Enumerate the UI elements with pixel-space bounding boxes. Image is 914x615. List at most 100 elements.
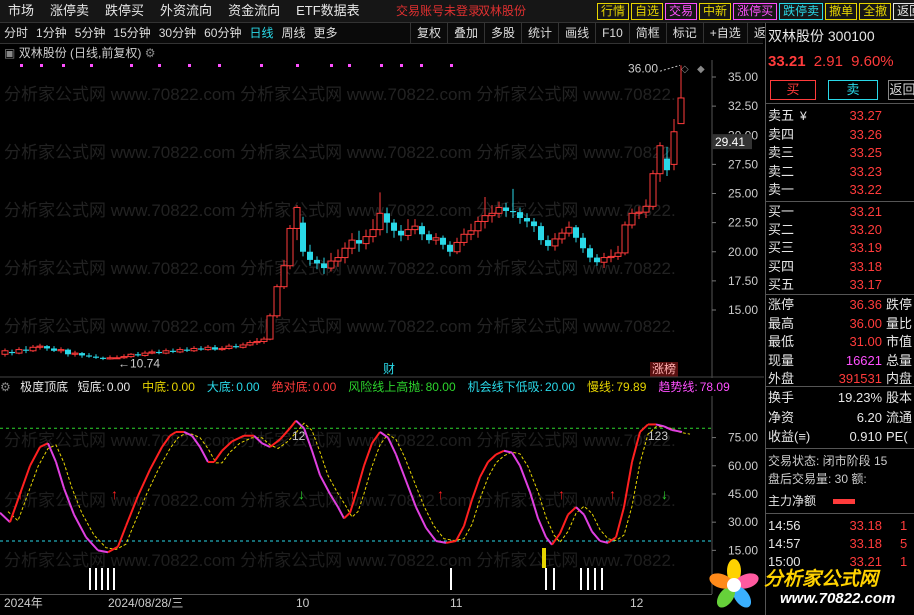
high-marker: 36.00 (628, 61, 658, 75)
event-label-zhangbang[interactable]: 涨榜 (652, 361, 676, 376)
top-menu-item[interactable]: 资金流向 (220, 0, 288, 22)
indicator-chart[interactable]: 分析家公式网 www.70822.com 分析家公式网 www.70822.co… (0, 396, 764, 594)
indicator-item-value: 78.09 (699, 380, 730, 394)
price-axis-label: 15.00 (728, 303, 758, 317)
quick-button[interactable]: 跌停卖 (779, 3, 824, 20)
candle-body (141, 352, 149, 356)
period-tab[interactable]: 30分钟 (159, 23, 196, 43)
candle-body (447, 244, 453, 252)
indicator-axis-label: 45.00 (728, 487, 758, 501)
quick-button[interactable]: 撤单 (825, 3, 858, 20)
trend-line-segment (511, 452, 521, 467)
tool-button[interactable]: 叠加 (447, 23, 484, 43)
tool-button[interactable]: 统计 (521, 23, 558, 43)
indicator-item-value: 79.89 (616, 380, 647, 394)
top-menu-item[interactable]: 跌停买 (97, 0, 152, 22)
indicator-item-value: 0.00 (106, 380, 131, 394)
trend-line-segment (395, 454, 407, 482)
trend-line-segment (73, 514, 87, 538)
period-tab[interactable]: 5分钟 (75, 23, 106, 43)
tool-button[interactable]: 多股 (484, 23, 521, 43)
candlestick-chart[interactable]: 分析家公式网 www.70822.com 分析家公式网 www.70822.co… (0, 60, 764, 378)
ask-row[interactable]: 卖一 33.22 (768, 181, 914, 199)
signal-dot (380, 64, 383, 67)
top-menu-item[interactable]: ETF数据表 (288, 0, 368, 22)
trend-line-segment (117, 525, 127, 547)
indicator-item-label: 风险线上高抛: (348, 380, 424, 394)
quick-button[interactable]: 返回 (893, 3, 914, 20)
trend-line-segment (0, 512, 11, 523)
bid-row[interactable]: 买一 33.21 (768, 203, 914, 221)
candle-body (649, 173, 657, 207)
bottom-signal-bar (587, 568, 589, 590)
signal-dot (330, 64, 333, 67)
tick-price: 33.18 (849, 536, 882, 551)
collapse-icon[interactable]: ▣ (4, 46, 15, 60)
top-menu-item[interactable]: 外资流向 (152, 0, 220, 22)
tool-button[interactable]: 标记 (665, 23, 703, 43)
chart-title: ▣ 双林股份 (日线,前复权) ⚙ (4, 45, 155, 61)
top-menu-item[interactable]: 市场 (0, 0, 42, 22)
tick-time: 14:57 (768, 536, 801, 551)
period-tab[interactable]: 分时 (4, 23, 28, 43)
ask-row[interactable]: 卖三 33.25 (768, 144, 914, 162)
settings-icon[interactable]: ⚙ (145, 46, 156, 60)
candle-body (198, 348, 204, 350)
tool-button[interactable]: 画线 (558, 23, 595, 43)
candle-body (253, 340, 261, 344)
period-tab[interactable]: 日线 (249, 23, 273, 43)
tool-button[interactable]: 复权 (410, 23, 447, 43)
trend-line-segment (615, 506, 625, 538)
bid-row[interactable]: 买二 33.20 (768, 221, 914, 239)
quick-button[interactable]: 行情 (597, 3, 630, 20)
stat-label: 涨停 (768, 297, 795, 312)
candle-body (642, 205, 650, 213)
bottom-signal-bar (95, 568, 97, 590)
quick-button[interactable]: 自选 (631, 3, 664, 20)
ask-row[interactable]: 卖五 33.27 (768, 107, 914, 125)
candle-body (565, 226, 573, 234)
sell-button[interactable]: 卖 (828, 80, 878, 100)
quick-buttons: 行情自选交易中新涨停买跌停卖撤单全撤返回 (597, 3, 914, 20)
tool-button[interactable]: +自选 (702, 23, 747, 43)
indicator-item-label: 短底: (77, 380, 105, 394)
tool-button[interactable]: F10 (595, 23, 629, 43)
bid-row[interactable]: 买五 33.17 (768, 276, 914, 294)
bid-row[interactable]: 买四 33.18 (768, 258, 914, 276)
candle-body (15, 349, 23, 354)
quote-stock-name: 双林股份 (768, 28, 824, 44)
buy-button[interactable]: 买 (770, 80, 816, 100)
indicator-item-label: 趋势线: (658, 380, 698, 394)
trend-line-segment (213, 450, 223, 463)
login-status[interactable]: 交易账号未登录 (396, 0, 480, 22)
candle-body (93, 356, 99, 358)
period-tab[interactable]: 1分钟 (36, 23, 67, 43)
ask-row[interactable]: 卖四 33.26 (768, 126, 914, 144)
quick-button[interactable]: 交易 (665, 3, 698, 20)
tool-button[interactable]: 简框 (628, 23, 666, 43)
quick-button[interactable]: 涨停买 (733, 3, 778, 20)
trend-line-segment (85, 536, 99, 552)
stat-row: 净资 6.20 流通 (768, 409, 914, 427)
period-tab[interactable]: 周线 (281, 23, 305, 43)
event-label-cai[interactable]: 财 (383, 362, 395, 376)
top-menu-item[interactable]: 涨停卖 (42, 0, 97, 22)
period-tab[interactable]: 60分钟 (204, 23, 241, 43)
bid-row[interactable]: 买三 33.19 (768, 239, 914, 257)
ask-row[interactable]: 卖二 33.23 (768, 163, 914, 181)
quick-button[interactable]: 全撤 (859, 3, 892, 20)
candle-body (453, 241, 461, 253)
stat-value: 16621 (845, 352, 882, 368)
net-flow[interactable]: 主力净额 (768, 492, 856, 510)
bid-price: 33.18 (849, 258, 882, 274)
period-tabs: 分时 1分钟 5分钟 15分钟 30分钟 60分钟 日线 周线 更多 (4, 23, 346, 43)
period-tab[interactable]: 更多 (314, 23, 338, 43)
quick-button[interactable]: 中新 (699, 3, 732, 20)
back-button[interactable]: 返回 (888, 80, 914, 100)
candle-body (170, 350, 176, 352)
tick-row: 14:56 33.18 1 (768, 517, 914, 535)
candle-body (321, 263, 327, 269)
candle-body (664, 158, 670, 171)
period-tab[interactable]: 15分钟 (113, 23, 150, 43)
settings-icon[interactable]: ⚙ (0, 380, 11, 394)
